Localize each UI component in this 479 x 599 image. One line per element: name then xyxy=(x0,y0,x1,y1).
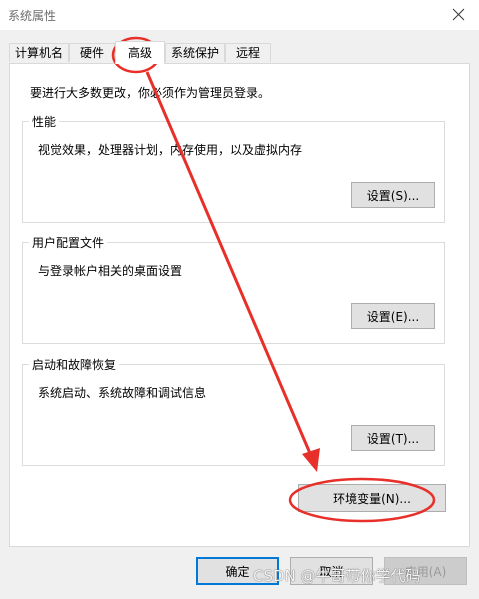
user-profiles-settings-button[interactable]: 设置(E)... xyxy=(351,303,435,329)
title-bar: 系统属性 xyxy=(0,0,479,30)
user-profiles-group: 用户配置文件 与登录帐户相关的桌面设置 设置(E)... xyxy=(22,234,445,344)
performance-settings-button[interactable]: 设置(S)... xyxy=(351,182,435,208)
startup-recovery-description: 系统启动、系统故障和调试信息 xyxy=(38,386,207,400)
user-profiles-group-title: 用户配置文件 xyxy=(29,234,108,251)
close-icon xyxy=(452,8,465,21)
user-profiles-description: 与登录帐户相关的桌面设置 xyxy=(38,264,183,278)
watermark: CSDN @牛哥带你学代码 xyxy=(253,567,421,585)
environment-variables-button[interactable]: 环境变量(N)... xyxy=(298,484,446,512)
system-properties-window: 系统属性 计算机名 硬件 高级 系统保护 远程 要进行大多数更改，你必须作为管理… xyxy=(0,0,479,599)
tab-computer-name[interactable]: 计算机名 xyxy=(9,43,69,62)
tab-remote[interactable]: 远程 xyxy=(225,43,271,62)
advanced-tab-panel: 要进行大多数更改，你必须作为管理员登录。 性能 视觉效果，处理器计划，内存使用，… xyxy=(9,63,470,547)
startup-recovery-group-title: 启动和故障恢复 xyxy=(29,356,120,373)
performance-description: 视觉效果，处理器计划，内存使用，以及虚拟内存 xyxy=(38,143,303,157)
performance-group-title: 性能 xyxy=(29,113,60,130)
startup-recovery-group: 启动和故障恢复 系统启动、系统故障和调试信息 设置(T)... xyxy=(22,356,445,466)
admin-note: 要进行大多数更改，你必须作为管理员登录。 xyxy=(30,86,271,100)
tab-hardware[interactable]: 硬件 xyxy=(69,43,115,62)
tab-advanced[interactable]: 高级 xyxy=(115,41,165,64)
startup-recovery-settings-button[interactable]: 设置(T)... xyxy=(351,425,435,451)
tab-system-protection[interactable]: 系统保护 xyxy=(165,43,225,62)
close-button[interactable] xyxy=(439,0,479,30)
window-title: 系统属性 xyxy=(8,9,57,23)
performance-group: 性能 视觉效果，处理器计划，内存使用，以及虚拟内存 设置(S)... xyxy=(22,113,445,223)
